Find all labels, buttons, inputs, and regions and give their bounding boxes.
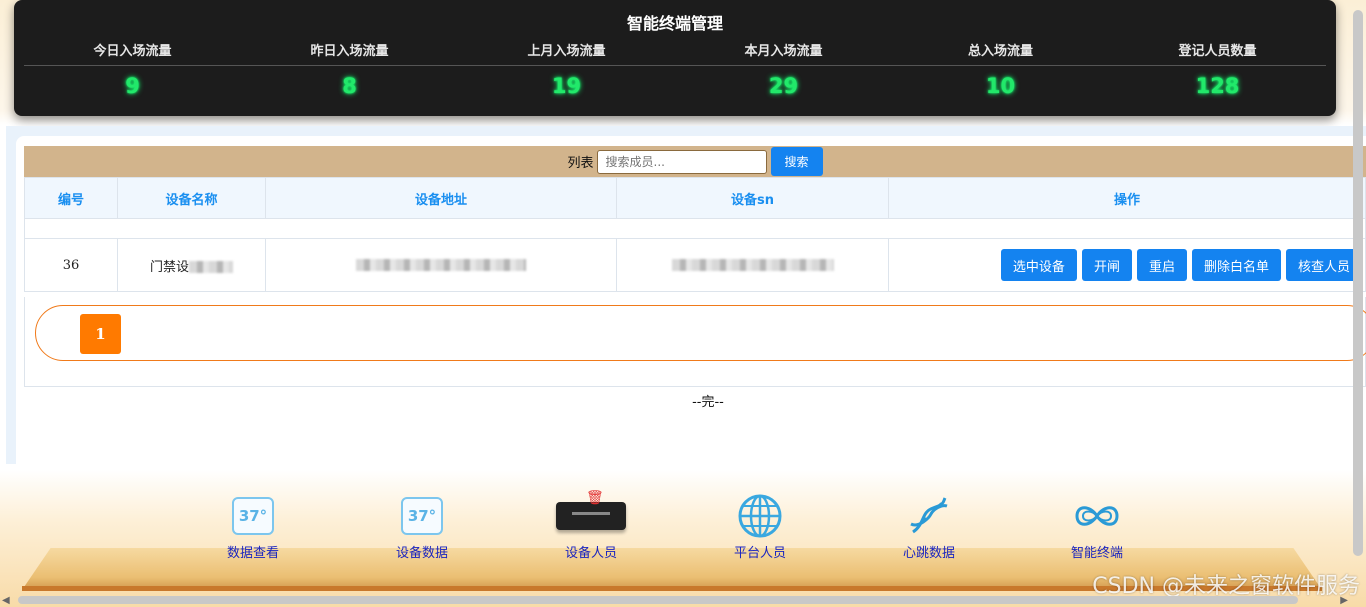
redacted-address [356,259,526,271]
end-of-list-text: --完-- [692,395,724,410]
stat-value-yesterday: 8 [342,74,357,98]
nav-item-data-view[interactable]: 37° 数据查看 [193,492,313,561]
redacted-sn [671,259,834,271]
trash-badge-icon: 🗑 [586,490,604,506]
scroll-left-arrow-icon[interactable]: ◀ [2,595,10,606]
nav-item-smart-terminal[interactable]: 智能终端 [1037,492,1157,561]
main-card: 列表 搜索 编号 设备名称 设备地址 设备sn 操作 36 门禁设 [6,126,1366,464]
stat-label-this-month: 本月入场流量 [744,44,823,59]
nav-label: 平台人员 [733,546,786,561]
infinity-icon [1075,506,1119,526]
scroll-right-arrow-icon[interactable]: ▶ [1340,595,1348,606]
page-button-1[interactable]: 1 [80,314,121,354]
list-label: 列表 [567,156,594,171]
nav-item-device-data[interactable]: 37° 设备数据 [362,492,482,561]
column-header-sn: 设备sn [616,177,889,219]
stats-divider [24,65,1326,66]
stat-label-registered: 登记人员数量 [1178,44,1257,59]
terminal-device-icon: 🗑 [556,490,626,530]
stat-label-today: 今日入场流量 [93,44,172,59]
stat-value-last-month: 19 [551,74,582,98]
globe-icon [738,494,782,538]
stat-value-this-month: 29 [768,74,799,98]
nav-item-device-personnel[interactable]: 🗑 设备人员 [531,490,651,561]
select-device-button[interactable]: 选中设备 [1000,249,1077,281]
column-header-address: 设备地址 [265,177,617,219]
cell-sn [616,238,889,292]
pagination-bar: 1 [35,305,1366,361]
pagination-area: 1 [24,297,1366,387]
nav-label: 设备数据 [395,546,448,561]
cell-actions: 选中设备 开闸 重启 删除白名单 核查人员 [888,238,1366,292]
cell-id: 36 [24,238,118,292]
search-button[interactable]: 搜索 [770,147,823,176]
nav-item-heartbeat-data[interactable]: 心跳数据 [869,492,989,561]
dna-icon [910,497,948,534]
stat-label-total: 总入场流量 [967,44,1033,59]
cell-address [265,238,617,292]
nav-label: 智能终端 [1070,546,1123,561]
nav-label: 心跳数据 [902,546,955,561]
table-header-row: 编号 设备名称 设备地址 设备sn 操作 [24,177,1366,219]
stat-label-yesterday: 昨日入场流量 [310,44,389,59]
page-title: 智能终端管理 [626,14,723,33]
stats-panel: 智能终端管理 今日入场流量 昨日入场流量 上月入场流量 本月入场流量 总入场流量… [14,0,1336,116]
table-row[interactable]: 36 门禁设 选中设备 开闸 重启 删除白名单 核查人员 [24,238,1366,292]
delete-whitelist-button[interactable]: 删除白名单 [1191,249,1281,281]
stats-values: 9 8 19 29 10 128 [24,74,1326,98]
nav-item-platform-personnel[interactable]: 平台人员 [700,492,820,561]
stat-label-last-month: 上月入场流量 [527,44,606,59]
column-header-actions: 操作 [888,177,1366,219]
nav-label: 数据查看 [226,546,279,561]
horizontal-scrollbar[interactable] [18,596,1298,604]
thermometer-37-icon: 37° [232,497,274,535]
search-input[interactable] [596,149,767,174]
cell-name: 门禁设 [117,238,266,292]
device-table: 编号 设备名称 设备地址 设备sn 操作 36 门禁设 选中设备 开闸 重启 删… [24,177,1366,292]
thermometer-37-icon: 37° [401,497,443,535]
restart-button[interactable]: 重启 [1136,249,1187,281]
table-spacer-row [24,218,1366,239]
stat-value-total: 10 [985,74,1016,98]
open-gate-button[interactable]: 开闸 [1081,249,1132,281]
column-header-id: 编号 [24,177,118,219]
redacted-name-part [189,261,233,273]
row-actions: 选中设备 开闸 重启 删除白名单 核查人员 [890,249,1364,281]
stat-value-registered: 128 [1195,74,1240,98]
stat-value-today: 9 [125,74,140,98]
list-toolbar: 列表 搜索 [24,146,1366,177]
verify-personnel-button[interactable]: 核查人员 [1285,249,1362,281]
column-header-name: 设备名称 [117,177,266,219]
stats-labels: 今日入场流量 昨日入场流量 上月入场流量 本月入场流量 总入场流量 登记人员数量 [24,40,1326,59]
vertical-scrollbar[interactable] [1353,10,1363,556]
nav-label: 设备人员 [564,546,617,561]
device-name-text: 门禁设 [149,259,189,275]
